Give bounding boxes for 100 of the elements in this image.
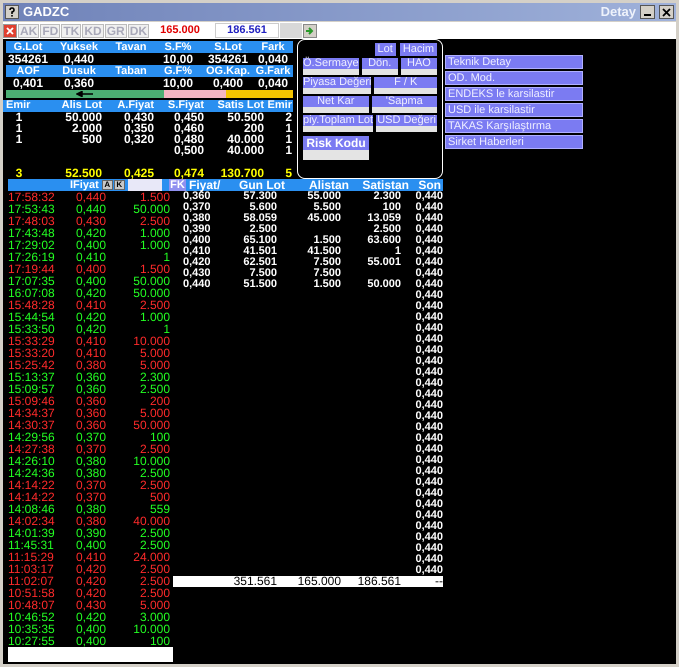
- order-cell-text: 40.000: [226, 144, 264, 156]
- table-cell-text: 0,440: [414, 400, 443, 411]
- order-cell-text: 1: [284, 134, 292, 144]
- column-header: Satis Lot: [216, 100, 264, 112]
- trade-quantity: 1.000: [138, 240, 170, 250]
- total-cell-text: 52.500: [64, 168, 102, 179]
- order-cell-text: 0,480: [172, 134, 204, 144]
- unit-button[interactable]: Lot: [374, 43, 396, 56]
- table-cell-text: 0,440: [182, 279, 212, 290]
- table-cell-text: 65.100: [242, 235, 277, 246]
- table-cell-text: 50.000: [366, 279, 401, 290]
- column-header: Dusuk: [61, 66, 97, 76]
- trade-price: 0,430: [74, 600, 106, 610]
- menu-item[interactable]: Teknik Detay: [445, 55, 583, 69]
- sort-button[interactable]: A: [102, 180, 113, 190]
- trade-quantity: 50.000: [132, 204, 170, 214]
- sell-total-field: 165.000: [150, 25, 210, 36]
- order-cell-text: 50.500: [226, 112, 264, 122]
- trade-quantity: 2.500: [138, 576, 170, 586]
- order-cell-text: 500: [82, 134, 102, 144]
- summary-value: 0,401: [12, 78, 44, 88]
- table-cell-text: 0,440: [414, 301, 443, 312]
- trade-price: 0,380: [74, 360, 106, 370]
- trade-quantity: 5.000: [138, 408, 170, 418]
- trade-price: 0,370: [74, 444, 106, 454]
- table-cell-text: 0,440: [414, 543, 443, 554]
- trade-price: 0,360: [74, 396, 106, 406]
- value-field: [372, 107, 437, 113]
- menu-item[interactable]: Sirket Haberleri: [445, 135, 583, 149]
- column-header: Alistan: [308, 180, 349, 190]
- table-cell-text: 63.600: [366, 235, 401, 246]
- trade-time: 14:24:36: [8, 468, 56, 478]
- trade-quantity: 50.000: [132, 420, 170, 430]
- field-label: F / K: [374, 77, 437, 88]
- trade-quantity: 2.500: [138, 528, 170, 538]
- trade-price: 0,430: [74, 216, 106, 226]
- trade-time: 14:34:37: [8, 408, 56, 418]
- field-label: HAO: [400, 58, 438, 69]
- column-header: Emir: [6, 100, 32, 112]
- table-cell-text: 2.300: [372, 191, 401, 202]
- summary-value: 0,400: [212, 78, 244, 88]
- trade-price: 0,400: [74, 240, 106, 250]
- table-cell-text: 0,440: [414, 510, 443, 521]
- table-cell-text: 0,440: [414, 312, 443, 323]
- close-button[interactable]: [659, 5, 674, 19]
- table-cell-text: 100: [382, 202, 401, 213]
- trade-time: 10:35:35: [8, 624, 56, 634]
- summary-value: 0,040: [256, 78, 290, 88]
- table-cell-text: 0,440: [414, 323, 443, 334]
- table-cell-text: 0,440: [414, 235, 443, 246]
- total-cell-text: 186.561: [356, 576, 401, 587]
- value-field: [303, 150, 369, 160]
- arrow-button[interactable]: [303, 24, 318, 38]
- trade-price: 0,440: [76, 192, 106, 202]
- trade-quantity: 5.000: [138, 360, 170, 370]
- table-cell-text: 0,440: [414, 444, 443, 455]
- order-cell-text: 1: [14, 134, 24, 144]
- minimize-button[interactable]: [640, 5, 655, 19]
- trade-price: 0,390: [74, 528, 106, 538]
- field-label: USD Değeri: [376, 115, 437, 126]
- total-cell-text: 130.700: [220, 168, 264, 179]
- table-cell-text: 57.300: [242, 191, 277, 202]
- trade-price: 0,420: [74, 588, 106, 598]
- trade-quantity: 1: [162, 252, 170, 262]
- value-field: [400, 69, 438, 75]
- trade-quantity: 1.500: [138, 264, 170, 274]
- trade-price: 0,410: [74, 552, 106, 562]
- table-cell-text: 0,440: [414, 554, 443, 565]
- input-field[interactable]: [8, 647, 173, 662]
- field-label: Piyasa Değeri: [303, 77, 372, 88]
- trade-time: 15:33:20: [8, 348, 56, 358]
- column-header: Gun Lot: [238, 180, 285, 190]
- trade-time: 14:14:22: [8, 480, 56, 490]
- trade-time: 14:27:38: [8, 444, 56, 454]
- menu-item[interactable]: OD. Mod.: [445, 71, 583, 85]
- column-header: G.F%: [162, 66, 194, 76]
- menu-item[interactable]: TAKAS Karşılaştırma: [445, 119, 583, 133]
- column-header: S.Fiyat: [166, 100, 204, 112]
- column-header: G.Lot: [12, 42, 44, 52]
- menu-item[interactable]: ENDEKS le karsilastir: [445, 87, 583, 101]
- filter-button[interactable]: FK: [169, 179, 186, 191]
- table-cell-text: 0,440: [414, 290, 443, 301]
- trade-quantity: 2.500: [138, 216, 170, 226]
- unit-button[interactable]: Hacim: [400, 43, 437, 56]
- menu-item[interactable]: USD ile karsilastir: [445, 103, 583, 117]
- sort-button[interactable]: K: [114, 180, 125, 190]
- buy-total-field: 186.561: [215, 23, 280, 38]
- trade-time: 17:43:48: [8, 228, 56, 238]
- order-cell-text: 0,500: [172, 144, 204, 156]
- table-cell-text: 0,440: [414, 191, 443, 202]
- table-cell-text: 0,440: [414, 345, 443, 356]
- order-cell-text: 40.000: [226, 134, 264, 144]
- column-header: Tavan: [114, 42, 148, 52]
- column-header: Emir: [266, 100, 292, 112]
- trade-price: 0,440: [74, 204, 106, 214]
- table-cell-text: 55.000: [306, 191, 341, 202]
- trade-price: 0,400: [74, 636, 106, 646]
- order-cell-text: 0,450: [174, 112, 204, 122]
- value-field: [376, 126, 437, 132]
- trade-price: 0,420: [74, 312, 106, 322]
